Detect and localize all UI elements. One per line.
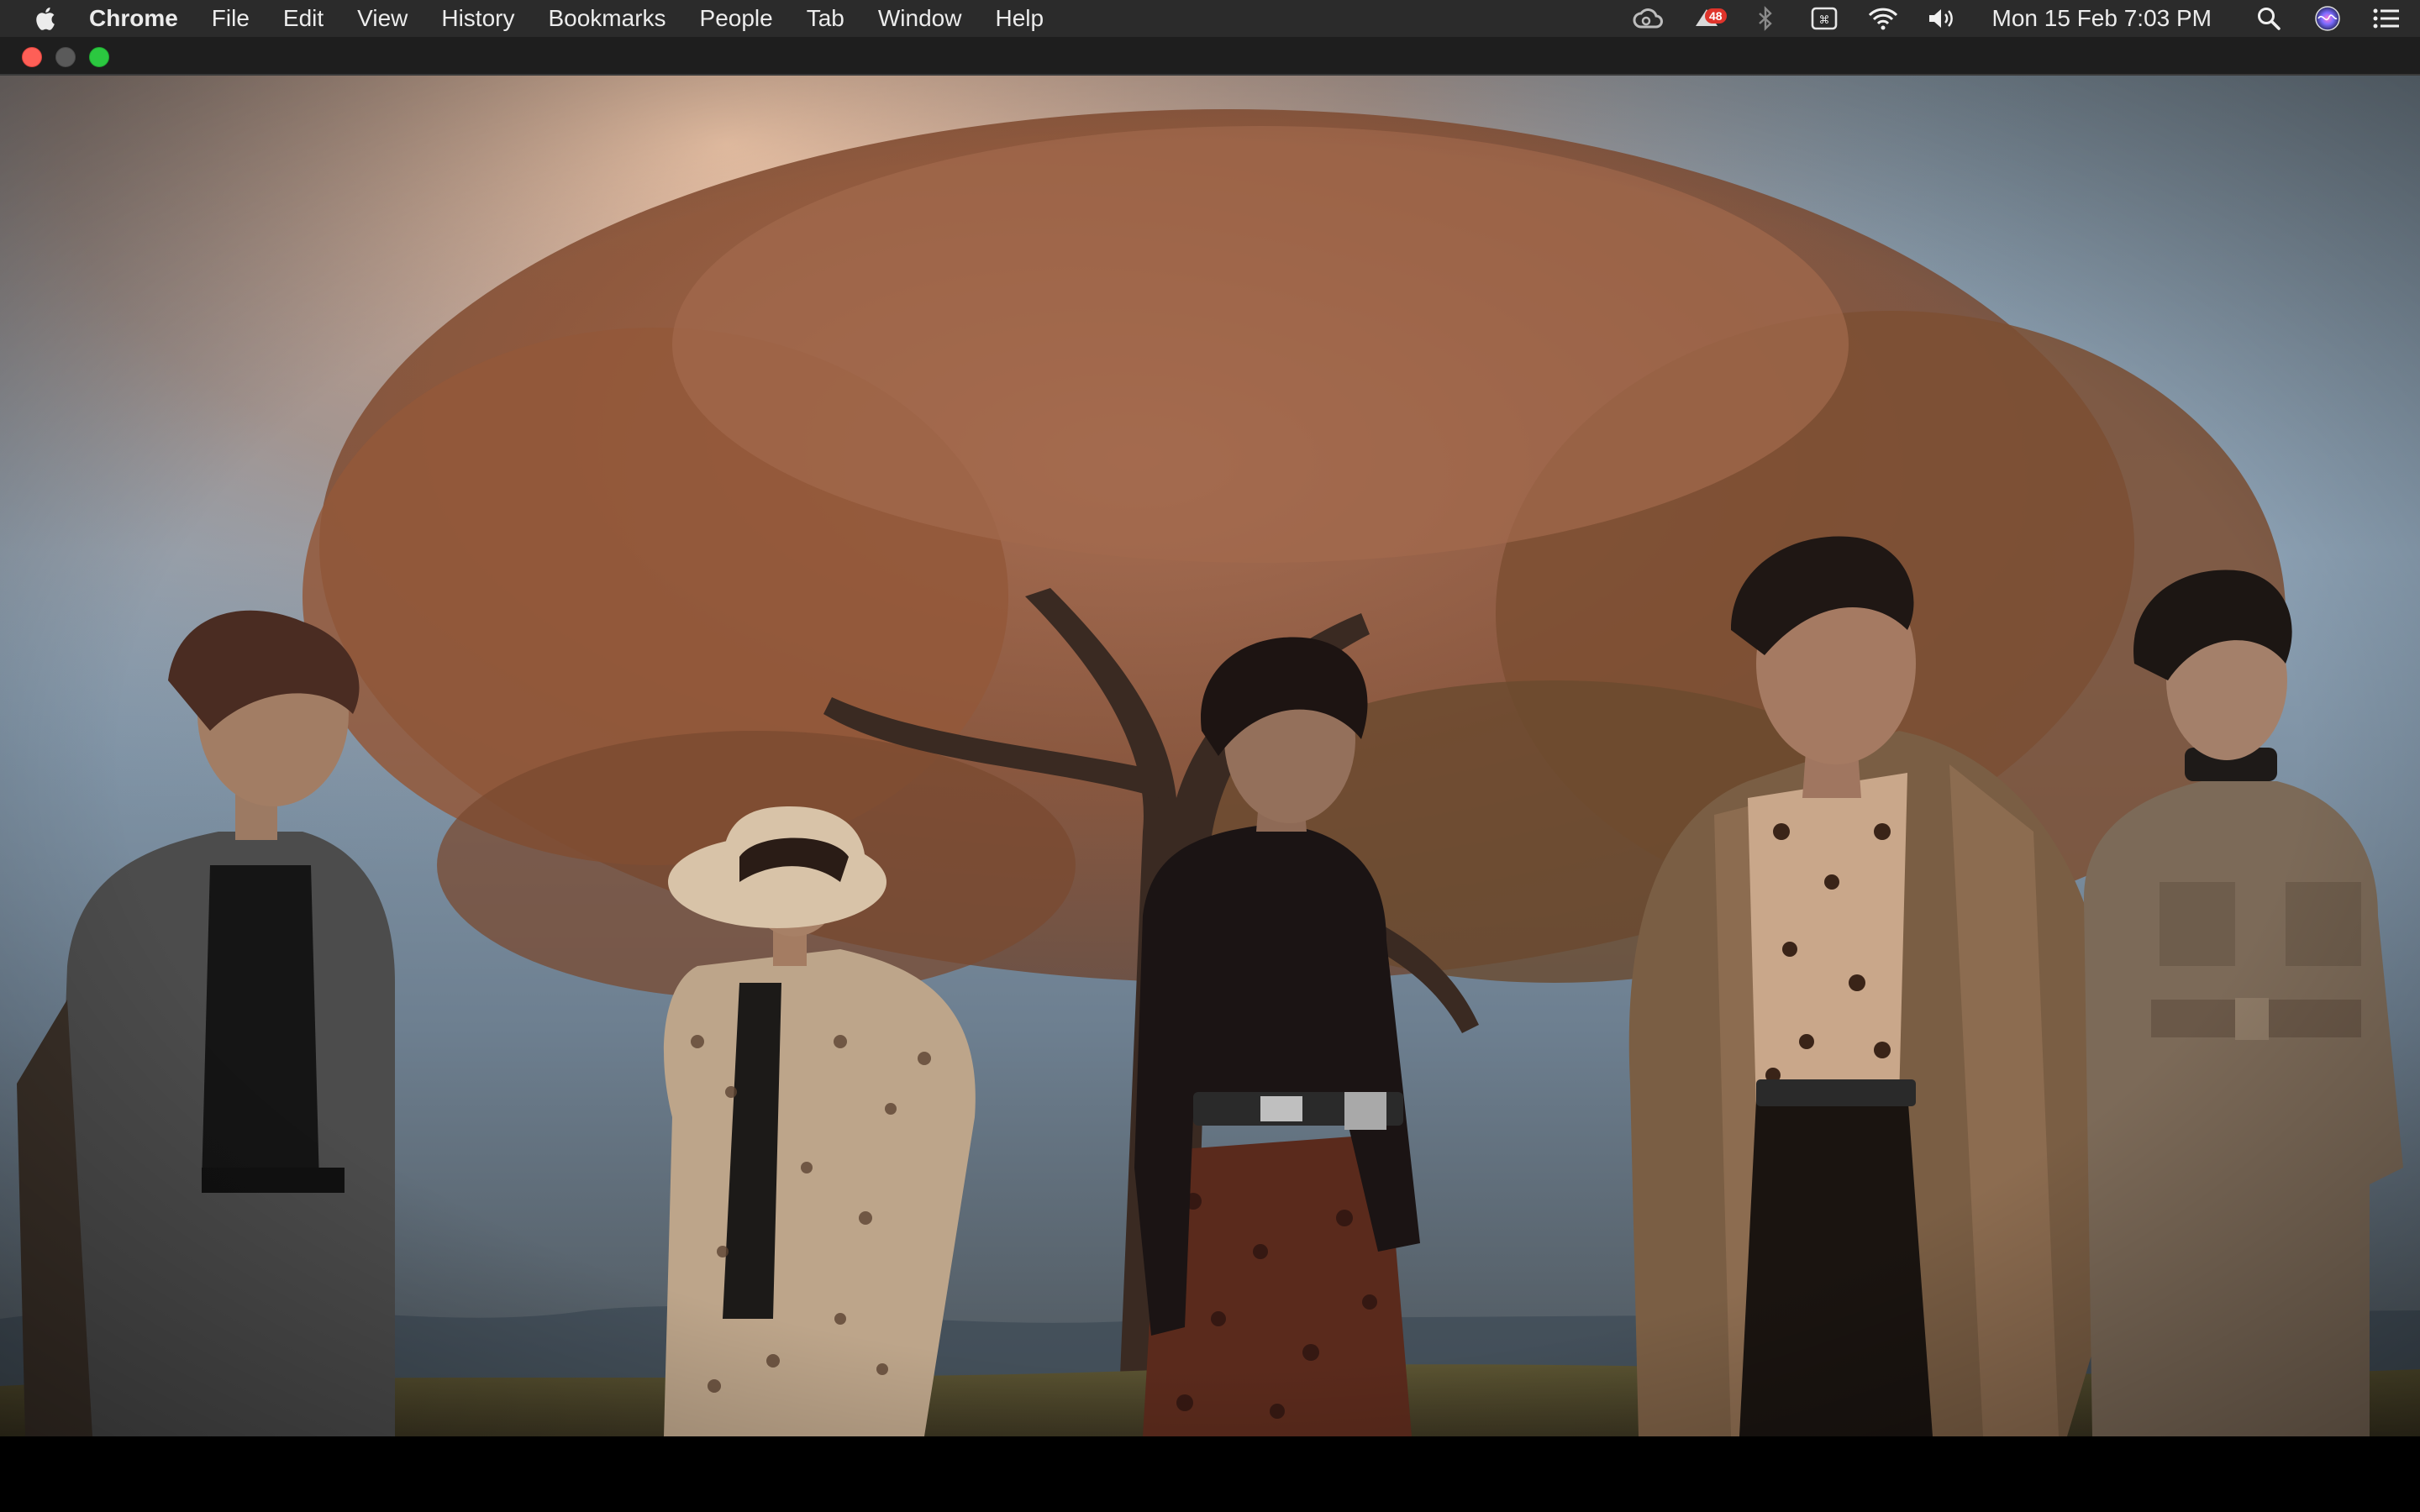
menu-bar: Chrome File Edit View History Bookmarks … [0, 0, 2420, 37]
window-minimize-button[interactable] [55, 47, 76, 67]
menu-people[interactable]: People [700, 0, 773, 37]
video-letterbox [0, 1436, 2420, 1512]
svg-text:⌘: ⌘ [1818, 14, 1829, 27]
menu-tab[interactable]: Tab [807, 0, 844, 37]
apple-menu-icon[interactable] [30, 0, 64, 37]
siri-icon[interactable] [2311, 0, 2344, 37]
control-center-icon[interactable] [2370, 0, 2403, 37]
status-area: 48 ⌘ Mon 15 Feb 7:03 PM [1631, 0, 2403, 37]
wifi-icon[interactable] [1866, 0, 1900, 37]
menu-help[interactable]: Help [995, 0, 1044, 37]
window-titlebar [0, 37, 2420, 76]
video-frame-image [0, 76, 2420, 1436]
volume-icon[interactable] [1925, 0, 1959, 37]
menu-clock[interactable]: Mon 15 Feb 7:03 PM [1992, 5, 2212, 32]
menu-bookmarks[interactable]: Bookmarks [548, 0, 666, 37]
notification-badge: 48 [1704, 8, 1727, 24]
menu-app-name[interactable]: Chrome [89, 0, 178, 37]
menu-view[interactable]: View [357, 0, 408, 37]
menu-file[interactable]: File [212, 0, 250, 37]
bluetooth-icon[interactable] [1749, 0, 1782, 37]
menu-edit[interactable]: Edit [283, 0, 324, 37]
menu-history[interactable]: History [441, 0, 514, 37]
window-close-button[interactable] [22, 47, 42, 67]
notification-app-icon[interactable]: 48 [1690, 0, 1727, 37]
creative-cloud-icon[interactable] [1631, 0, 1665, 37]
search-icon[interactable] [2252, 0, 2286, 37]
menu-window[interactable]: Window [878, 0, 962, 37]
keyboard-icon[interactable]: ⌘ [1807, 0, 1841, 37]
window-fullscreen-button[interactable] [89, 47, 109, 67]
video-player[interactable] [0, 76, 2420, 1436]
